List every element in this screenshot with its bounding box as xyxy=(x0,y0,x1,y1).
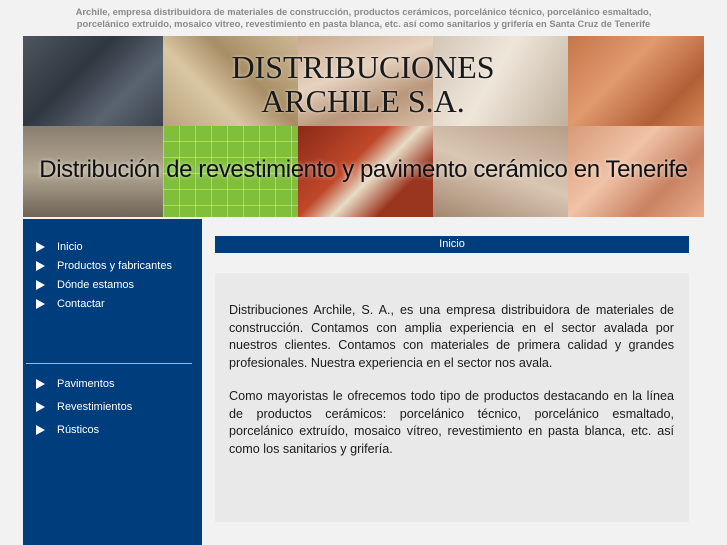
menu-item-revestimientos[interactable]: Revestimientos xyxy=(23,395,132,418)
menu-item-label: Dónde estamos xyxy=(57,278,135,291)
menu-item-pavimentos[interactable]: Pavimentos xyxy=(23,372,132,395)
menu-item-rusticos[interactable]: Rústicos xyxy=(23,418,132,441)
company-name: DISTRIBUCIONES ARCHILE S.A. xyxy=(203,50,523,118)
banner-tile xyxy=(23,36,163,126)
section-header: Inicio xyxy=(215,236,689,253)
menu-item-label: Rústicos xyxy=(57,423,100,436)
arrow-right-icon xyxy=(36,424,45,435)
menu-item-label: Contactar xyxy=(57,297,105,310)
banner-subtitle: Distribución de revestimiento y paviment… xyxy=(39,156,688,183)
content-panel: Distribuciones Archile, S. A., es una em… xyxy=(215,273,689,522)
menu-item-label: Pavimentos xyxy=(57,377,115,390)
company-name-line1: DISTRIBUCIONES xyxy=(231,49,495,85)
arrow-right-icon xyxy=(36,401,45,412)
arrow-right-icon xyxy=(36,378,45,389)
products-paragraph: Como mayoristas le ofrecemos todo tipo d… xyxy=(229,389,674,456)
menu-item-contactar[interactable]: Contactar xyxy=(23,294,172,313)
arrow-right-icon xyxy=(36,279,45,290)
category-menu: Pavimentos Revestimientos Rústicos xyxy=(23,372,132,441)
menu-item-label: Productos y fabricantes xyxy=(57,259,172,272)
arrow-right-icon xyxy=(36,298,45,309)
intro-paragraph: Distribuciones Archile, S. A., es una em… xyxy=(229,303,674,370)
menu-item-inicio[interactable]: Inicio xyxy=(23,237,172,256)
arrow-right-icon xyxy=(36,241,45,252)
menu-item-label: Inicio xyxy=(57,240,83,253)
header-banner: DISTRIBUCIONES ARCHILE S.A. Distribución… xyxy=(23,36,704,217)
menu-divider xyxy=(26,363,192,364)
banner-tile xyxy=(568,36,704,126)
menu-item-donde-estamos[interactable]: Dónde estamos xyxy=(23,275,172,294)
site-description-line1: Archile, empresa distribuidora de materi… xyxy=(75,6,652,17)
arrow-right-icon xyxy=(36,260,45,271)
sidebar: Inicio Productos y fabricantes Dónde est… xyxy=(23,219,202,545)
site-description-line2: porcelánico extruido, mosaico vitreo, re… xyxy=(76,18,651,29)
main-menu: Inicio Productos y fabricantes Dónde est… xyxy=(23,237,172,313)
menu-item-label: Revestimientos xyxy=(57,400,133,413)
menu-item-productos[interactable]: Productos y fabricantes xyxy=(23,256,172,275)
site-description: Archile, empresa distribuidora de materi… xyxy=(0,6,727,30)
company-name-line2: ARCHILE S.A. xyxy=(261,83,465,119)
